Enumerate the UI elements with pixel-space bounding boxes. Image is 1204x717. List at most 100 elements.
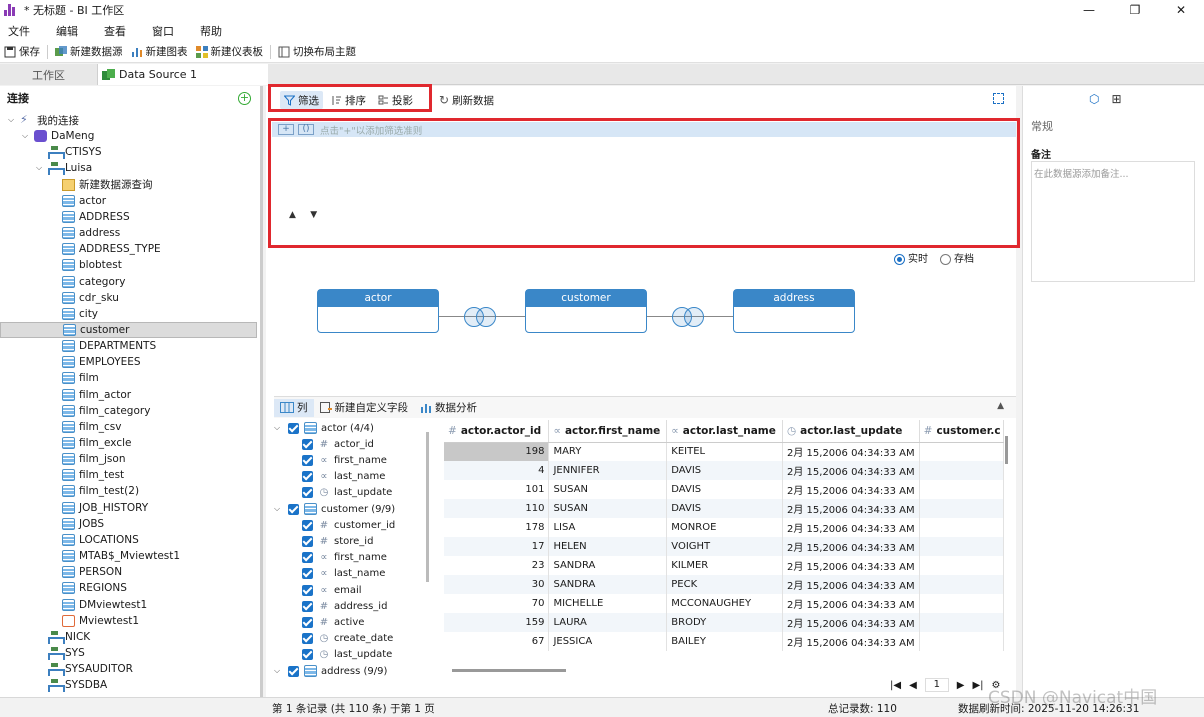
checkbox[interactable] (302, 568, 313, 580)
field-item[interactable]: ◷ create_date (302, 631, 393, 647)
tab-new-field[interactable]: 新建自定义字段 (314, 399, 415, 417)
tab-workspace[interactable]: 工作区 (0, 64, 98, 85)
table-cell[interactable]: 67 (444, 632, 550, 651)
add-connection-icon[interactable]: + (238, 92, 251, 105)
table-cell[interactable]: 159 (444, 613, 550, 632)
tree-item[interactable]: film (0, 370, 257, 386)
checkbox[interactable] (302, 535, 313, 547)
table-cell[interactable]: JENNIFER (548, 461, 668, 480)
table-cell[interactable]: 2月 15,2006 04:34:33 AM (782, 480, 920, 499)
table-cell[interactable]: LISA (548, 518, 668, 537)
prev-page-icon[interactable]: ◀ (909, 680, 917, 691)
table-cell[interactable]: LAURA (548, 613, 668, 632)
left-scrollbar[interactable] (260, 86, 263, 697)
tree-item[interactable]: DEPARTMENTS (0, 338, 257, 354)
table-cell[interactable]: DAVIS (666, 480, 783, 499)
table-node-customer[interactable]: customer (525, 289, 647, 333)
checkbox[interactable] (302, 600, 313, 612)
tree-item[interactable]: DMviewtest1 (0, 597, 257, 613)
tree-item[interactable]: city (0, 306, 257, 322)
field-item[interactable]: ∝ email (302, 582, 362, 598)
tree-item[interactable]: NICK (0, 629, 257, 645)
table-cell[interactable] (919, 594, 1004, 613)
checkbox[interactable] (302, 616, 313, 628)
checkbox[interactable] (302, 438, 313, 450)
table-row[interactable]: 23 SANDRA KILMER 2月 15,2006 04:34:33 AM (444, 556, 1004, 575)
checkbox[interactable] (288, 665, 299, 677)
field-item[interactable]: ◷ last_update (302, 485, 392, 501)
column-header[interactable]: # actor.actor_id (444, 420, 550, 443)
table-cell[interactable]: 198 (444, 442, 550, 461)
tree-item[interactable]: CTISYS (0, 144, 257, 160)
field-item[interactable]: # actor_id (302, 436, 374, 452)
field-item[interactable]: ◷ last_update (302, 647, 392, 663)
table-row[interactable]: 110 SUSAN DAVIS 2月 15,2006 04:34:33 AM (444, 499, 1004, 518)
expanded-chevron-icon[interactable]: ⌵ (274, 423, 288, 433)
table-cell[interactable]: BAILEY (666, 632, 783, 651)
table-cell[interactable]: 4 (444, 461, 550, 480)
table-cell[interactable] (919, 556, 1004, 575)
table-cell[interactable]: DAVIS (666, 499, 783, 518)
table-cell[interactable]: 17 (444, 537, 550, 556)
table-cell[interactable]: SANDRA (548, 575, 668, 594)
field-group[interactable]: ⌵ customer (9/9) (274, 501, 395, 517)
tree-item[interactable]: ADDRESS_TYPE (0, 241, 257, 257)
tree-item[interactable]: film_json (0, 451, 257, 467)
table-cell[interactable]: 2月 15,2006 04:34:33 AM (782, 499, 920, 518)
tab-data-analysis[interactable]: 数据分析 (414, 399, 483, 417)
tree-item[interactable]: cdr_sku (0, 290, 257, 306)
tree-item[interactable]: film_csv (0, 419, 257, 435)
table-row[interactable]: 30 SANDRA PECK 2月 15,2006 04:34:33 AM (444, 575, 1004, 594)
tree-item[interactable]: actor (0, 193, 257, 209)
table-row[interactable]: 4 JENNIFER DAVIS 2月 15,2006 04:34:33 AM (444, 461, 1004, 480)
menu-view[interactable]: 查看 (104, 23, 126, 39)
close-button[interactable]: ✕ (1158, 0, 1204, 20)
table-cell[interactable]: MONROE (666, 518, 783, 537)
table-row[interactable]: 67 JESSICA BAILEY 2月 15,2006 04:34:33 AM (444, 632, 1004, 651)
tree-item[interactable]: film_category (0, 403, 257, 419)
field-item[interactable]: ∝ last_name (302, 566, 385, 582)
collapse-icon[interactable]: ▲ (997, 401, 1004, 411)
field-item[interactable]: # address_id (302, 598, 387, 614)
table-row[interactable]: 70 MICHELLE MCCONAUGHEY 2月 15,2006 04:34:33… (444, 594, 1004, 613)
table-row[interactable]: 17 HELEN VOIGHT 2月 15,2006 04:34:33 AM (444, 537, 1004, 556)
tree-item[interactable]: EMPLOYEES (0, 354, 257, 370)
field-item[interactable]: # active (302, 614, 364, 630)
table-cell[interactable]: 2月 15,2006 04:34:33 AM (782, 537, 920, 556)
field-item[interactable]: ∝ first_name (302, 550, 387, 566)
table-cell[interactable]: HELEN (548, 537, 668, 556)
table-row[interactable]: 178 LISA MONROE 2月 15,2006 04:34:33 AM (444, 518, 1004, 537)
structure-icon[interactable]: ⊞ (1111, 92, 1121, 106)
tab-datasource[interactable]: Data Source 1 (98, 64, 268, 85)
tree-item[interactable]: ⌵ ⚡ 我的连接 (0, 112, 257, 128)
tree-item[interactable]: MTAB$_Mviewtest1 (0, 548, 257, 564)
realtime-radio[interactable]: 实时 (894, 250, 928, 265)
cube-icon[interactable]: ⬡ (1089, 92, 1099, 106)
menu-file[interactable]: 文件 (8, 23, 30, 39)
table-cell[interactable]: 101 (444, 480, 550, 499)
table-cell[interactable]: 2月 15,2006 04:34:33 AM (782, 575, 920, 594)
table-row[interactable]: 101 SUSAN DAVIS 2月 15,2006 04:34:33 AM (444, 480, 1004, 499)
checkbox[interactable] (302, 584, 313, 596)
expanded-chevron-icon[interactable]: ⌵ (274, 666, 288, 676)
column-header[interactable]: ∝ actor.first_name (548, 420, 668, 443)
expanded-chevron-icon[interactable]: ⌵ (34, 163, 44, 173)
table-cell[interactable]: SUSAN (548, 480, 668, 499)
table-row[interactable]: 198 MARY KEITEL 2月 15,2006 04:34:33 AM (444, 442, 1004, 461)
table-cell[interactable]: 2月 15,2006 04:34:33 AM (782, 556, 920, 575)
table-cell[interactable]: BRODY (666, 613, 783, 632)
tab-columns[interactable]: 列 (274, 398, 314, 417)
menu-help[interactable]: 帮助 (200, 23, 222, 39)
table-cell[interactable]: VOIGHT (666, 537, 783, 556)
column-header[interactable]: # customer.c (919, 420, 1004, 443)
tree-item[interactable]: ADDRESS (0, 209, 257, 225)
grid-scrollbar-horizontal[interactable] (452, 669, 566, 672)
tree-item[interactable]: 新建数据源查询 (0, 177, 257, 193)
tree-item[interactable]: ⌵ Luisa (0, 160, 257, 176)
new-dashboard-button[interactable]: 新建仪表板 (192, 44, 268, 59)
menu-window[interactable]: 窗口 (152, 23, 174, 39)
join-icon[interactable] (464, 307, 498, 327)
table-cell[interactable]: JESSICA (548, 632, 668, 651)
archive-radio[interactable]: 存档 (940, 250, 974, 265)
table-row[interactable]: 159 LAURA BRODY 2月 15,2006 04:34:33 AM (444, 613, 1004, 632)
